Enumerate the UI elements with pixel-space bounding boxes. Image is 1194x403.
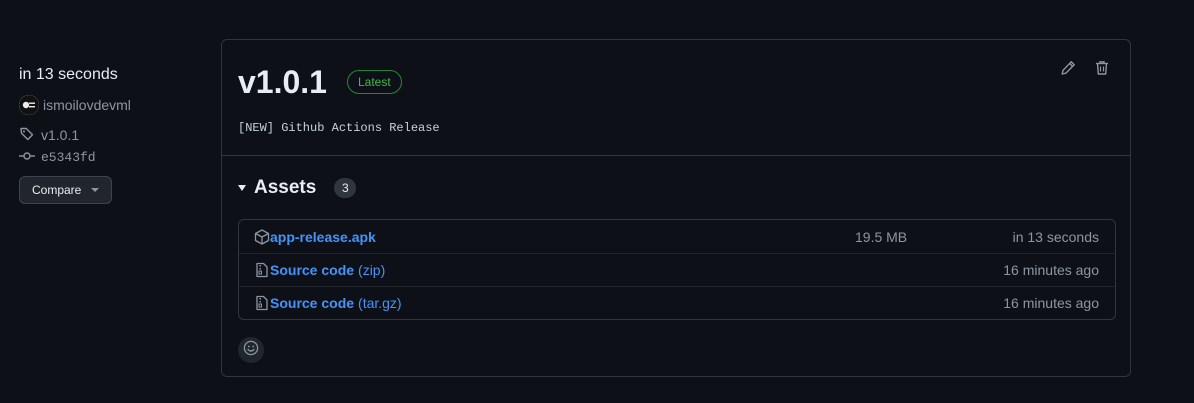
- release-card: v1.0.1 Latest [NEW] Github Actions Relea…: [221, 39, 1131, 377]
- commit-link[interactable]: e5343fd: [19, 146, 199, 168]
- compare-label: Compare: [32, 183, 82, 197]
- release-sidebar: in 13 seconds ismoilovdevml v1.0.1 e5343…: [19, 62, 199, 204]
- avatar[interactable]: [19, 95, 39, 115]
- asset-format[interactable]: (zip): [358, 262, 385, 278]
- tag-label: v1.0.1: [41, 127, 80, 143]
- pencil-icon[interactable]: [1060, 60, 1076, 76]
- trash-icon[interactable]: [1094, 60, 1110, 76]
- file-zip-icon: [254, 295, 270, 311]
- asset-link[interactable]: Source code: [270, 295, 354, 311]
- asset-row: Source code (tar.gz) 16 minutes ago: [239, 286, 1115, 319]
- asset-link[interactable]: Source code: [270, 262, 354, 278]
- asset-row: Source code (zip) 16 minutes ago: [239, 253, 1115, 286]
- release-notes: [NEW] Github Actions Release: [238, 121, 440, 135]
- release-title[interactable]: v1.0.1: [238, 64, 327, 100]
- assets-count: 3: [334, 178, 357, 198]
- asset-date: in 13 seconds: [1012, 228, 1099, 245]
- asset-date: 16 minutes ago: [1003, 295, 1099, 311]
- asset-row: app-release.apk 19.5 MB in 13 seconds: [239, 220, 1115, 253]
- smiley-icon: [243, 340, 259, 361]
- asset-date: 16 minutes ago: [1003, 262, 1099, 278]
- author[interactable]: ismoilovdevml: [19, 94, 199, 116]
- commit-icon: [19, 148, 35, 167]
- asset-link[interactable]: app-release.apk: [270, 229, 376, 245]
- release-relative-time: in 13 seconds: [19, 66, 118, 83]
- package-icon: [254, 228, 270, 245]
- asset-size: 19.5 MB: [855, 228, 908, 245]
- tag-link[interactable]: v1.0.1: [19, 124, 199, 146]
- assets-title: Assets: [254, 177, 317, 198]
- author-name[interactable]: ismoilovdevml: [43, 97, 131, 113]
- assets-toggle[interactable]: Assets 3: [238, 172, 1114, 204]
- asset-format[interactable]: (tar.gz): [358, 295, 402, 311]
- chevron-down-icon: [91, 188, 100, 192]
- assets-list: app-release.apk 19.5 MB in 13 seconds So…: [238, 219, 1116, 320]
- release-actions: [1060, 60, 1110, 76]
- tag-icon: [19, 126, 35, 145]
- latest-badge: Latest: [346, 70, 402, 94]
- release-header: v1.0.1 Latest [NEW] Github Actions Relea…: [222, 40, 1130, 156]
- title-row: v1.0.1 Latest: [238, 64, 402, 100]
- compare-button[interactable]: Compare: [19, 176, 113, 204]
- file-zip-icon: [254, 262, 270, 278]
- commit-sha: e5343fd: [41, 149, 96, 165]
- add-reaction-button[interactable]: [238, 337, 264, 363]
- assets-section: Assets 3 app-release.apk 19.5 MB in 13 s…: [222, 172, 1130, 320]
- triangle-down-icon: [238, 185, 246, 191]
